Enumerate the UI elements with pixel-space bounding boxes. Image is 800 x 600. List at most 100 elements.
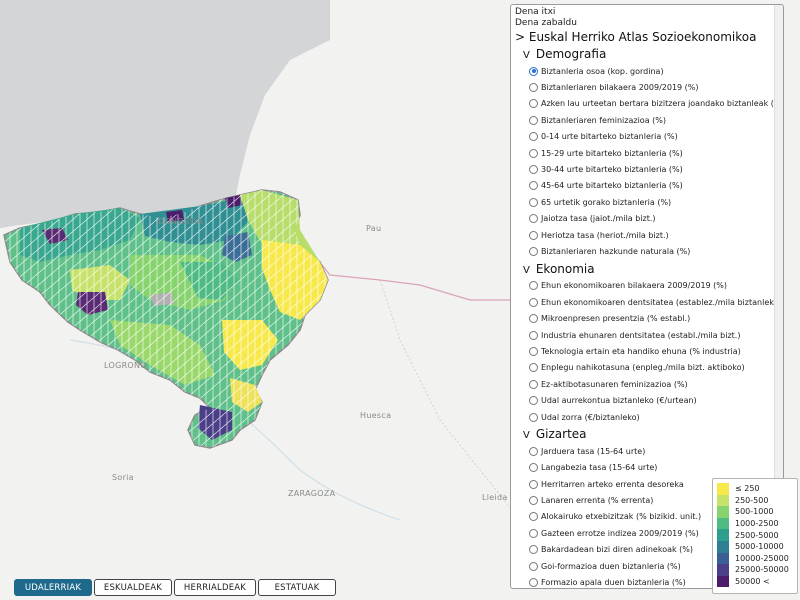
radio-button[interactable] — [529, 148, 538, 158]
radio-button[interactable] — [529, 578, 538, 588]
indicator-option[interactable]: Langabezia tasa (15-64 urte) — [515, 460, 783, 476]
radio-button[interactable] — [529, 230, 538, 240]
radio-button[interactable] — [529, 115, 538, 125]
place-label-donostia: DONOSTIA — [158, 217, 203, 226]
radio-button[interactable] — [529, 330, 538, 340]
radio-button[interactable] — [529, 446, 538, 456]
radio-button[interactable] — [529, 479, 538, 489]
legend-swatch — [717, 506, 729, 518]
tab-estatuak[interactable]: ESTATUAK — [258, 579, 336, 596]
section-header[interactable]: V Demografia — [515, 47, 783, 63]
indicator-option[interactable]: Ez-aktibotasunaren feminizazioa (%) — [515, 376, 783, 392]
radio-button[interactable] — [529, 412, 538, 422]
radio-button[interactable] — [529, 214, 538, 224]
indicator-option[interactable]: Biztanleria osoa (kop. gordina) — [515, 63, 783, 79]
radio-button[interactable] — [529, 512, 538, 522]
place-label-pau: Pau — [366, 224, 381, 233]
legend-label: 10000-25000 — [735, 553, 789, 563]
place-label-huesca: Huesca — [360, 411, 391, 420]
radio-button[interactable] — [529, 346, 538, 356]
indicator-label: 45-64 urte bitarteko biztanleria (%) — [541, 181, 683, 191]
legend-swatch — [717, 483, 729, 495]
legend-item: 2500-5000 — [717, 529, 793, 541]
indicator-option[interactable]: Enplegu nahikotasuna (enpleg./mila bizt.… — [515, 360, 783, 376]
legend-swatch — [717, 494, 729, 507]
tab-udalerriak[interactable]: UDALERRIAK — [14, 579, 92, 596]
indicator-option[interactable]: Industria ehunaren dentsitatea (establ./… — [515, 327, 783, 343]
radio-button[interactable] — [529, 66, 538, 76]
legend-item: 5000-10000 — [717, 540, 793, 553]
indicator-label: Jarduera tasa (15-64 urte) — [541, 446, 646, 456]
section-header[interactable]: V Ekonomia — [515, 262, 783, 278]
indicator-label: Udal zorra (€/biztanleko) — [541, 412, 640, 422]
place-label-logrono: LOGROÑO — [104, 360, 147, 370]
indicator-label: Heriotza tasa (heriot./mila bizt.) — [541, 230, 669, 240]
radio-button[interactable] — [529, 281, 538, 291]
radio-button[interactable] — [529, 545, 538, 555]
indicator-option[interactable]: Biztanleriaren hazkunde naturala (%) — [515, 243, 783, 259]
radio-button[interactable] — [529, 132, 538, 142]
atlas-root-title[interactable]: > Euskal Herriko Atlas Sozioekonomikoa — [515, 30, 783, 45]
radio-button[interactable] — [529, 246, 538, 256]
radio-button[interactable] — [529, 314, 538, 324]
radio-button[interactable] — [529, 197, 538, 207]
legend-swatch — [717, 540, 729, 553]
radio-button[interactable] — [529, 379, 538, 389]
radio-button[interactable] — [529, 396, 538, 406]
radio-button[interactable] — [529, 83, 538, 93]
collapse-all-link[interactable]: Dena itxi — [515, 7, 783, 18]
legend-swatch — [717, 529, 729, 541]
indicator-option[interactable]: Teknologia ertain eta handiko ehuna (% i… — [515, 343, 783, 359]
legend-label: 5000-10000 — [735, 542, 784, 552]
chevron-down-icon: V — [523, 430, 530, 442]
indicator-option[interactable]: Heriotza tasa (heriot./mila bizt.) — [515, 227, 783, 243]
indicator-option[interactable]: Mikroenpresen presentzia (% establ.) — [515, 310, 783, 326]
indicator-option[interactable]: Biztanleriaren feminizazioa (%) — [515, 112, 783, 128]
indicator-option[interactable]: Udal zorra (€/biztanleko) — [515, 409, 783, 425]
indicator-option[interactable]: 30-44 urte bitarteko biztanleria (%) — [515, 161, 783, 177]
indicator-label: 65 urtetik gorako biztanleria (%) — [541, 197, 672, 207]
radio-button[interactable] — [529, 496, 538, 506]
place-label-soria: Soria — [112, 473, 134, 482]
section-title: Gizartea — [535, 427, 587, 442]
indicator-label: 15-29 urte bitarteko biztanleria (%) — [541, 148, 683, 158]
radio-button[interactable] — [529, 561, 538, 571]
indicator-option[interactable]: Ehun ekonomikoaren bilakaera 2009/2019 (… — [515, 278, 783, 294]
radio-button[interactable] — [529, 165, 538, 175]
legend-item: 10000-25000 — [717, 552, 793, 565]
indicator-option[interactable]: Jaiotza tasa (jaiot./mila bizt.) — [515, 211, 783, 227]
radio-button[interactable] — [529, 181, 538, 191]
radio-button[interactable] — [529, 363, 538, 373]
indicator-option[interactable]: Udal aurrekontua biztanleko (€/urtean) — [515, 392, 783, 408]
radio-button[interactable] — [529, 297, 538, 307]
expand-all-link[interactable]: Dena zabaldu — [515, 18, 783, 29]
indicator-label: Industria ehunaren dentsitatea (establ./… — [541, 330, 741, 340]
indicator-label: Gazteen errotze indizea 2009/2019 (%) — [541, 528, 699, 538]
indicator-option[interactable]: 65 urtetik gorako biztanleria (%) — [515, 194, 783, 210]
indicator-option[interactable]: Ehun ekonomikoaren dentsitatea (establez… — [515, 294, 783, 310]
level-tabs: UDALERRIAK ESKUALDEAK HERRIALDEAK ESTATUAK — [14, 579, 336, 596]
indicator-option[interactable]: Biztanleriaren bilakaera 2009/2019 (%) — [515, 79, 783, 95]
indicator-option[interactable]: Azken lau urteetan bertara bizitzera joa… — [515, 96, 783, 112]
legend-item: 500-1000 — [717, 506, 793, 518]
section-header[interactable]: V Gizartea — [515, 427, 783, 443]
radio-button[interactable] — [529, 463, 538, 473]
tab-herrialdeak[interactable]: HERRIALDEAK — [174, 579, 256, 596]
indicator-label: Goi-formazioa duen biztanleria (%) — [541, 561, 681, 571]
indicator-label: Enplegu nahikotasuna (enpleg./mila bizt.… — [541, 363, 745, 373]
indicator-option[interactable]: 45-64 urte bitarteko biztanleria (%) — [515, 178, 783, 194]
legend-swatch — [717, 564, 729, 576]
indicator-label: Herritarren arteko errenta desoreka — [541, 479, 684, 489]
legend-label: 1000-2500 — [735, 519, 779, 529]
indicator-option[interactable]: 0-14 urte bitarteko biztanleria (%) — [515, 129, 783, 145]
indicator-option[interactable]: Jarduera tasa (15-64 urte) — [515, 443, 783, 459]
radio-button[interactable] — [529, 528, 538, 538]
radio-button[interactable] — [529, 99, 538, 109]
indicator-label: Jaiotza tasa (jaiot./mila bizt.) — [541, 214, 656, 224]
indicator-label: Alokairuko etxebizitzak (% bizikid. unit… — [541, 512, 702, 522]
indicator-label: Azken lau urteetan bertara bizitzera joa… — [541, 99, 784, 109]
tab-eskualdeak[interactable]: ESKUALDEAK — [94, 579, 172, 596]
legend-swatch — [717, 517, 729, 530]
place-label-lleida: Lleida — [482, 493, 508, 502]
indicator-option[interactable]: 15-29 urte bitarteko biztanleria (%) — [515, 145, 783, 161]
